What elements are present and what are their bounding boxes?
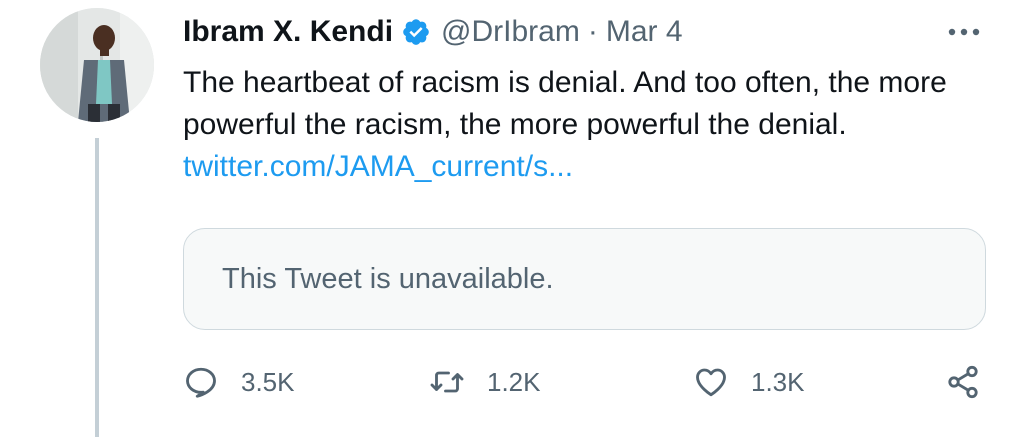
reply-icon — [186, 367, 216, 398]
share-icon — [948, 365, 978, 399]
display-name[interactable]: Ibram X. Kendi — [183, 15, 393, 49]
reply-button[interactable]: 3.5K — [183, 360, 295, 404]
retweet-button[interactable]: 1.2K — [429, 360, 541, 404]
share-button[interactable] — [945, 360, 981, 404]
avatar[interactable] — [40, 8, 154, 122]
tweet-text: The heartbeat of racism is denial. And t… — [183, 62, 1003, 188]
tweet-header: Ibram X. Kendi @DrIbram · Mar 4 — [183, 10, 683, 54]
more-options-icon[interactable] — [944, 18, 984, 46]
thread-line — [95, 138, 99, 437]
tweet: Ibram X. Kendi @DrIbram · Mar 4 The hear… — [0, 0, 1024, 437]
tweet-actions: 3.5K 1.2K 1.3K — [183, 360, 993, 404]
retweet-icon — [430, 371, 464, 393]
heart-icon — [696, 368, 726, 397]
tweet-text-content: The heartbeat of racism is denial. And t… — [183, 66, 947, 141]
reply-count: 3.5K — [241, 366, 295, 397]
quoted-tweet-card[interactable]: This Tweet is unavailable. — [183, 228, 986, 330]
tweet-date[interactable]: Mar 4 — [606, 15, 683, 49]
quoted-tweet-unavailable-text: This Tweet is unavailable. — [222, 262, 554, 295]
author-handle[interactable]: @DrIbram — [441, 15, 580, 49]
like-count: 1.3K — [751, 366, 805, 397]
avatar-photo — [40, 8, 154, 122]
verified-badge-icon — [403, 19, 429, 45]
like-button[interactable]: 1.3K — [693, 360, 805, 404]
tweet-link[interactable]: twitter.com/JAMA_current/s... — [183, 150, 573, 183]
retweet-count: 1.2K — [487, 366, 541, 397]
separator-dot: · — [587, 15, 598, 48]
